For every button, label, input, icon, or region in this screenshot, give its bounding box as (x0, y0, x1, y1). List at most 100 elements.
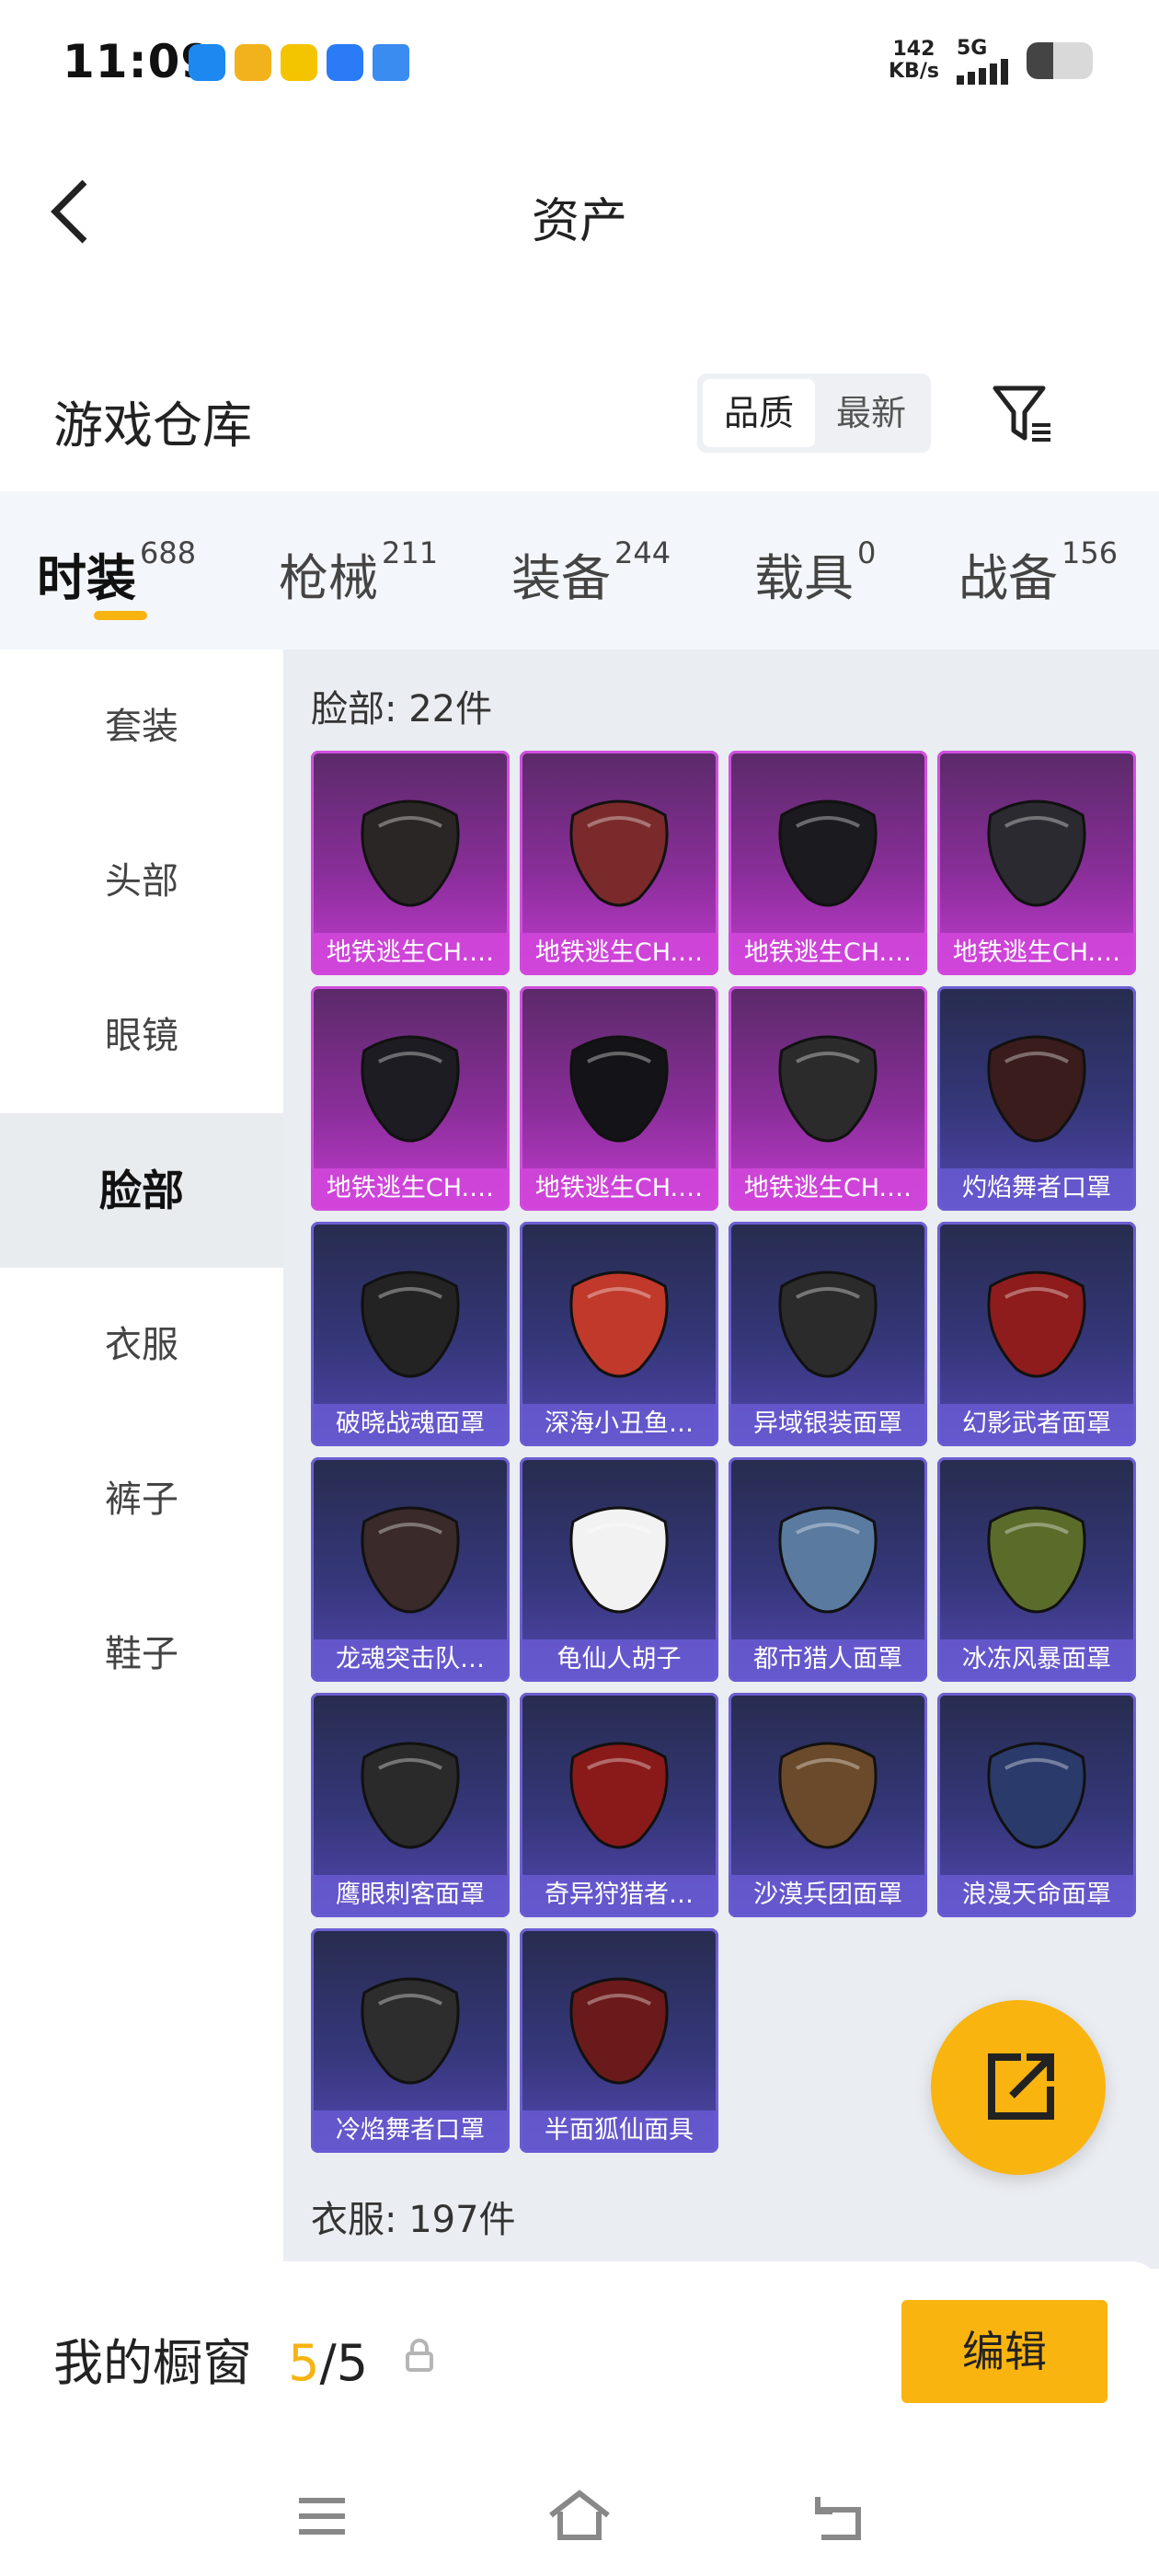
item-artwork (569, 799, 669, 907)
item-name: 都市猎人面罩 (729, 1639, 927, 1682)
item-artwork (987, 799, 1086, 907)
item-name: 鹰眼刺客面罩 (311, 1875, 510, 1917)
item-artwork (361, 1506, 460, 1614)
item-artwork (778, 1035, 878, 1143)
item-card[interactable]: 地铁逃生CH.… (311, 751, 510, 975)
filter-icon (993, 385, 1050, 442)
sidebar-item-shoes[interactable]: 鞋子 (0, 1577, 283, 1731)
tab-label: 载具 (754, 549, 854, 607)
item-card[interactable]: 都市猎人面罩 (729, 1457, 927, 1682)
network-type: 5G (957, 37, 988, 60)
back-icon (815, 2497, 861, 2540)
item-card[interactable]: 半面狐仙面具 (520, 1928, 718, 2153)
item-name: 地铁逃生CH.… (311, 933, 510, 975)
item-card[interactable]: 破晓战魂面罩 (311, 1222, 510, 1446)
tab-combat-supplies[interactable]: 战备 156 (958, 535, 1119, 610)
item-name: 破晓战魂面罩 (311, 1404, 510, 1446)
item-artwork (778, 1506, 878, 1614)
sidebar-item-face[interactable]: 脸部 (0, 1113, 283, 1268)
item-card[interactable]: 灼焰舞者口罩 (937, 986, 1136, 1211)
showcase-total: /5 (319, 2334, 369, 2392)
home-icon (549, 2490, 610, 2540)
showcase-label: 我的橱窗 5/5 (53, 2322, 368, 2395)
tab-count: 0 (857, 535, 877, 570)
item-card[interactable]: 龙魂突击队… (311, 1457, 510, 1682)
app-icon-du (327, 44, 363, 81)
tab-count: 688 (140, 535, 197, 570)
page-title: 资产 (531, 194, 627, 249)
item-artwork (778, 799, 878, 907)
item-name: 异域银装面罩 (729, 1404, 927, 1446)
speed-unit: KB/s (889, 60, 939, 83)
item-card[interactable]: 奇异狩猎者… (520, 1693, 718, 1917)
tab-count: 244 (614, 535, 671, 570)
item-artwork (569, 1977, 669, 2085)
item-card[interactable]: 鹰眼刺客面罩 (311, 1693, 510, 1917)
item-card[interactable]: 异域银装面罩 (729, 1222, 927, 1446)
item-card[interactable]: 冷焰舞者口罩 (311, 1928, 510, 2153)
showcase-title: 我的橱窗 (53, 2334, 252, 2392)
item-card[interactable]: 地铁逃生CH.… (311, 986, 510, 1211)
item-artwork (987, 1506, 1086, 1614)
item-card[interactable]: 地铁逃生CH.… (729, 986, 927, 1211)
showcase-current: 5 (288, 2334, 320, 2392)
item-artwork (361, 1742, 460, 1849)
app-icon-chat (373, 44, 409, 81)
menu-button[interactable] (290, 2484, 354, 2548)
sidebar: 套装 头部 眼镜 脸部 衣服 裤子 鞋子 (0, 650, 283, 2260)
item-card[interactable]: 地铁逃生CH.… (729, 751, 927, 975)
item-card[interactable]: 幻影武者面罩 (937, 1222, 1136, 1446)
tab-count: 211 (382, 535, 439, 570)
item-name: 地铁逃生CH.… (520, 933, 718, 975)
tab-label: 装备 (511, 549, 611, 607)
tab-guns[interactable]: 枪械 211 (279, 535, 439, 610)
signal-icon: 5G (957, 39, 1021, 88)
item-card[interactable]: 浪漫天命面罩 (937, 1693, 1136, 1917)
item-card[interactable]: 深海小丑鱼… (520, 1222, 718, 1446)
item-artwork (361, 1035, 460, 1143)
item-card[interactable]: 地铁逃生CH.… (520, 986, 718, 1211)
sidebar-item-head[interactable]: 头部 (0, 804, 283, 959)
item-artwork (569, 1506, 669, 1614)
sort-latest-button[interactable]: 最新 (815, 379, 927, 447)
item-name: 地铁逃生CH.… (520, 1168, 718, 1211)
face-section-count: 脸部: 22件 (311, 688, 493, 730)
app-icon-yellow (281, 44, 317, 81)
item-name: 龙魂突击队… (311, 1639, 510, 1682)
item-artwork (569, 1742, 669, 1849)
battery-icon (1027, 42, 1093, 79)
sidebar-item-clothes[interactable]: 衣服 (0, 1268, 283, 1422)
filter-button[interactable] (990, 381, 1056, 447)
item-name: 幻影武者面罩 (937, 1404, 1136, 1446)
share-button[interactable] (931, 2000, 1106, 2175)
tab-indicator (94, 611, 147, 620)
item-name: 灼焰舞者口罩 (937, 1168, 1136, 1211)
sort-toggle: 品质 最新 (697, 374, 931, 453)
sort-quality-button[interactable]: 品质 (703, 379, 815, 447)
item-card[interactable]: 沙漠兵团面罩 (729, 1693, 927, 1917)
item-artwork (987, 1271, 1086, 1378)
tab-count: 156 (1061, 535, 1119, 570)
item-card[interactable]: 地铁逃生CH.… (520, 751, 718, 975)
sidebar-item-pants[interactable]: 裤子 (0, 1422, 283, 1577)
edit-button[interactable]: 编辑 (901, 2300, 1107, 2403)
item-artwork (987, 1035, 1086, 1143)
tab-vehicles[interactable]: 载具 0 (754, 535, 877, 610)
sidebar-item-suits[interactable]: 套装 (0, 650, 283, 804)
sidebar-item-glasses[interactable]: 眼镜 (0, 959, 283, 1113)
item-card[interactable]: 地铁逃生CH.… (937, 751, 1136, 975)
tab-label: 时装 (37, 549, 136, 607)
home-button[interactable] (547, 2484, 612, 2548)
warehouse-title: 游戏仓库 (53, 397, 252, 454)
tab-equipment[interactable]: 装备 244 (511, 535, 671, 610)
item-name: 地铁逃生CH.… (729, 933, 927, 975)
tab-label: 战备 (958, 549, 1058, 607)
item-card[interactable]: 龟仙人胡子 (520, 1457, 718, 1682)
item-name: 奇异狩猎者… (520, 1875, 718, 1917)
item-artwork (361, 1271, 460, 1378)
tab-fashion[interactable]: 时装 688 (37, 535, 197, 610)
item-artwork (778, 1742, 878, 1849)
item-card[interactable]: 冰冻风暴面罩 (937, 1457, 1136, 1682)
back-nav-button[interactable] (805, 2484, 869, 2548)
menu-icon (299, 2498, 345, 2535)
